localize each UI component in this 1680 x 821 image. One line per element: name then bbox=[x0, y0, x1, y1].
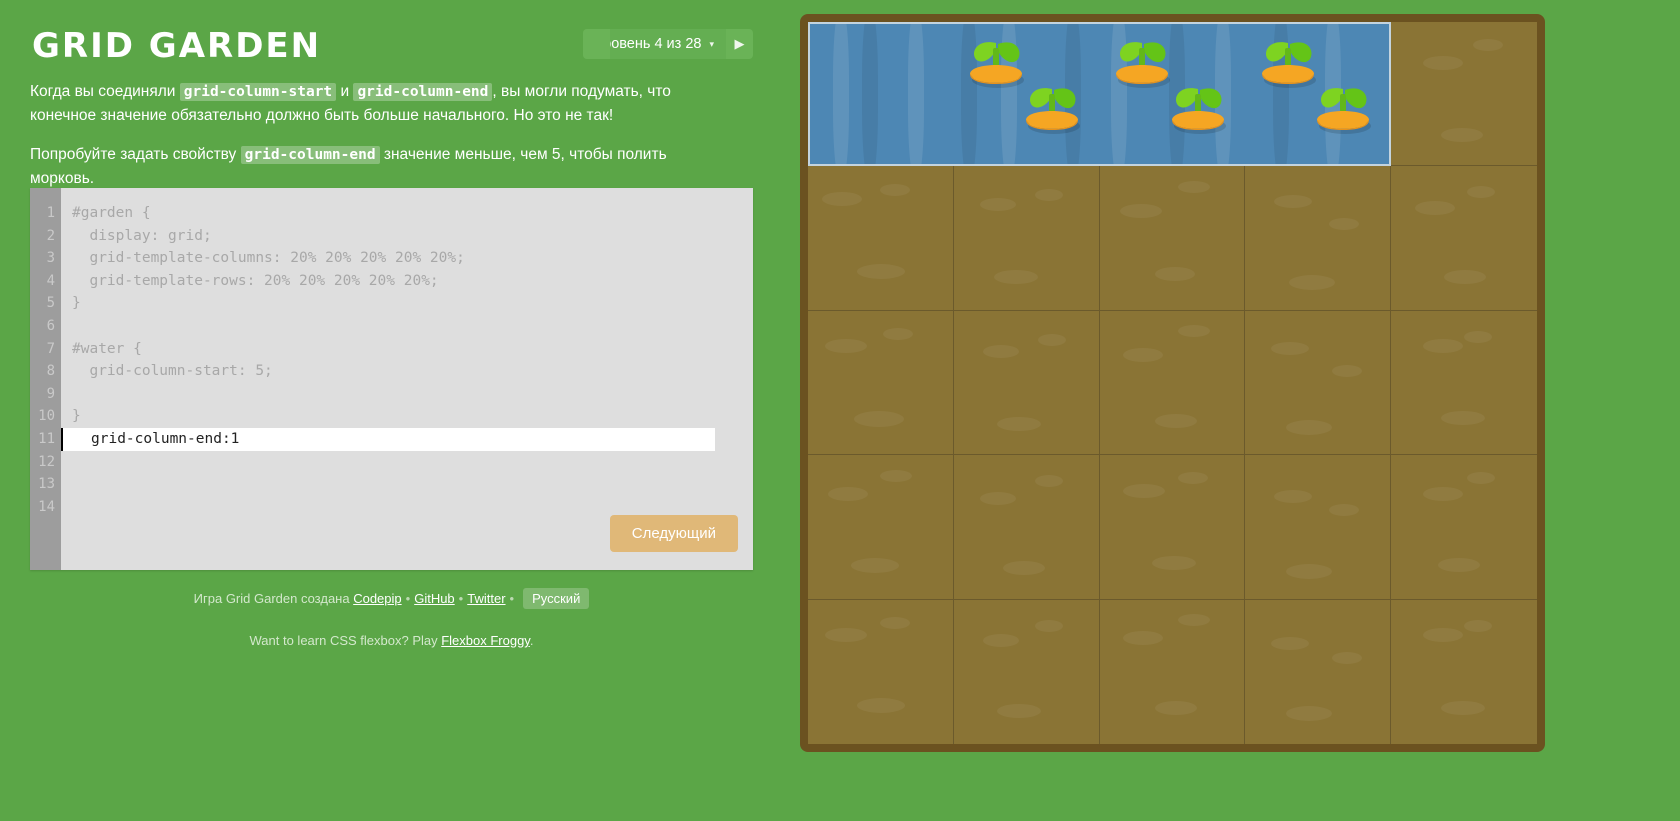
instr-p1-before: Когда вы соединяли bbox=[30, 83, 180, 100]
garden-cell bbox=[1391, 600, 1537, 744]
garden-cell bbox=[954, 599, 1100, 744]
next-level-button[interactable]: ▶ bbox=[726, 29, 753, 59]
footer-flexbox-promo: Want to learn CSS flexbox? Play Flexbox … bbox=[0, 628, 783, 654]
code-line: grid-template-rows: 20% 20% 20% 20% 20%; bbox=[72, 272, 439, 289]
line-number: 2 bbox=[46, 227, 55, 244]
garden-cell bbox=[1245, 166, 1392, 311]
garden-cell bbox=[953, 455, 1100, 600]
code-area: #garden { display: grid; grid-template-c… bbox=[61, 188, 753, 570]
code-line: #garden { bbox=[72, 205, 151, 221]
code-input-line bbox=[61, 383, 753, 451]
next-button[interactable]: Следующий bbox=[609, 515, 738, 552]
twitter-link[interactable]: Twitter bbox=[467, 591, 505, 606]
page-title: GRID GARDEN bbox=[32, 26, 322, 66]
garden-cell bbox=[1245, 310, 1392, 456]
code-line: } bbox=[72, 295, 81, 312]
garden-cell bbox=[808, 455, 954, 600]
garden-grid bbox=[808, 22, 1537, 744]
footer: Игра Grid Garden создана Codepip • GitHub •… bbox=[0, 586, 783, 654]
line-number: 12 bbox=[38, 453, 55, 470]
garden-cell bbox=[1245, 455, 1392, 600]
instr-p1-mid: и bbox=[336, 83, 354, 100]
code-line-closing: } bbox=[72, 408, 81, 425]
line-number: 5 bbox=[46, 295, 55, 312]
code-editor: 1 2 3 4 5 6 7 8 9 10 11 12 13 14 #garden… bbox=[30, 188, 753, 570]
garden-cell bbox=[1391, 311, 1537, 456]
instr-p1-code2: grid-column-end bbox=[353, 83, 493, 101]
garden-cell bbox=[808, 599, 954, 744]
garden-cell bbox=[953, 166, 1100, 311]
footer-credits: Игра Grid Garden создана Codepip • GitHub •… bbox=[0, 586, 783, 612]
level-label: Уровень 4 из 28 bbox=[594, 36, 702, 52]
water-overlay bbox=[808, 22, 1392, 167]
code-line: display: grid; bbox=[72, 227, 212, 244]
flexbox-froggy-link[interactable]: Flexbox Froggy bbox=[441, 633, 530, 648]
garden-frame bbox=[800, 14, 1545, 752]
language-button[interactable]: Русский bbox=[523, 588, 590, 609]
garden-cell bbox=[1099, 455, 1246, 600]
line-number: 1 bbox=[46, 205, 55, 221]
footer-separator: • bbox=[458, 591, 464, 606]
line-number: 8 bbox=[46, 363, 55, 380]
instruction-paragraph-2: Попробуйте задать свойству grid-column-e… bbox=[30, 143, 730, 192]
garden-cell bbox=[1391, 22, 1537, 167]
code-line: grid-template-columns: 20% 20% 20% 20% 2… bbox=[72, 250, 465, 267]
line-number: 6 bbox=[46, 317, 55, 334]
garden-cell bbox=[1391, 455, 1537, 600]
garden-cell bbox=[1099, 310, 1246, 456]
chevron-down-icon: ▾ bbox=[709, 38, 714, 49]
line-number: 9 bbox=[46, 385, 55, 402]
garden-cell bbox=[1391, 166, 1537, 311]
codepip-link[interactable]: Codepip bbox=[353, 591, 401, 606]
line-number: 10 bbox=[38, 408, 55, 425]
code-line: #water { bbox=[72, 340, 142, 357]
css-code-input[interactable] bbox=[61, 427, 715, 451]
prev-level-button[interactable]: ◀ bbox=[582, 29, 610, 59]
garden-cell bbox=[808, 166, 954, 311]
flexbox-prefix: Want to learn CSS flexbox? Play bbox=[249, 633, 442, 648]
instr-p2-before: Попробуйте задать свойству bbox=[30, 145, 241, 163]
line-number: 7 bbox=[46, 340, 55, 357]
line-number: 11 bbox=[38, 430, 55, 447]
footer-separator: • bbox=[405, 591, 411, 606]
grid-garden-page: GRID GARDEN ◀ Уровень 4 из 28 ▾ ▶ Когда … bbox=[0, 0, 1680, 821]
footer-credit-prefix: Игра Grid Garden создана bbox=[193, 591, 354, 606]
instr-p2-code: grid-column-end bbox=[240, 145, 380, 164]
code-line: grid-column-start: 5; bbox=[72, 363, 273, 380]
line-number: 13 bbox=[38, 476, 55, 493]
left-panel: GRID GARDEN ◀ Уровень 4 из 28 ▾ ▶ Когда … bbox=[0, 0, 800, 821]
line-number-gutter: 1 2 3 4 5 6 7 8 9 10 11 12 13 14 bbox=[30, 188, 61, 570]
garden-cell bbox=[1100, 599, 1246, 744]
instr-p1-code1: grid-column-start bbox=[179, 83, 337, 101]
level-selector: ◀ Уровень 4 из 28 ▾ ▶ bbox=[582, 29, 753, 59]
line-number: 14 bbox=[38, 498, 55, 515]
garden-cell bbox=[1099, 166, 1246, 311]
github-link[interactable]: GitHub bbox=[414, 591, 454, 606]
garden-cell bbox=[1245, 599, 1392, 744]
flexbox-suffix: . bbox=[529, 633, 534, 648]
footer-separator: • bbox=[509, 591, 515, 606]
garden-cell bbox=[953, 310, 1100, 456]
line-number: 3 bbox=[46, 250, 55, 267]
line-number: 4 bbox=[46, 272, 55, 289]
garden-cell bbox=[808, 310, 954, 456]
instruction-paragraph-1: Когда вы соединяли grid-column-start и g… bbox=[30, 80, 730, 129]
